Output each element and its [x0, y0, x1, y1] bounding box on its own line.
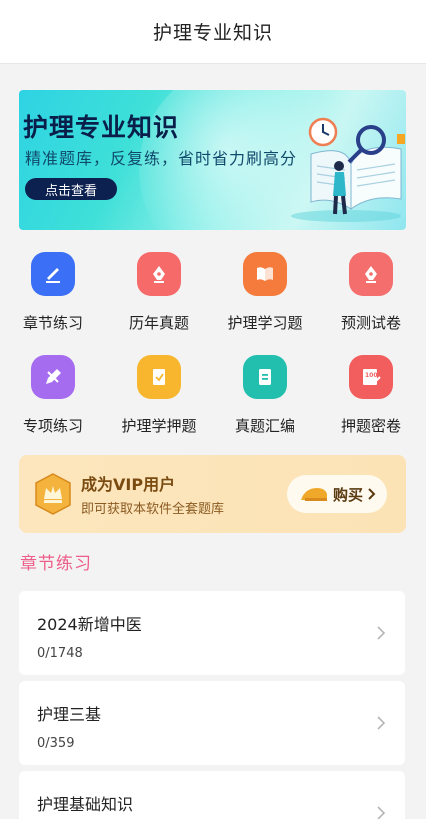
- grid-item-secret-papers[interactable]: 100 押题密卷: [318, 355, 424, 436]
- grid-item-nursing-predicted[interactable]: 护理学押题: [106, 355, 212, 436]
- promo-banner[interactable]: 护理专业知识 精准题库，反复练，省时省力刷高分 点击查看: [19, 90, 406, 230]
- chevron-right-icon: [368, 488, 376, 500]
- chapter-progress: 0/359: [37, 736, 75, 751]
- chapter-card[interactable]: 2024新增中医 0/1748: [19, 591, 405, 675]
- grid-item-past-exams[interactable]: 历年真题: [106, 252, 212, 333]
- pencil-icon: [31, 355, 75, 399]
- buy-button[interactable]: 购买: [287, 475, 387, 513]
- document-icon: [243, 355, 287, 399]
- grid-item-label: 护理学押题: [121, 417, 197, 435]
- book-icon: [243, 252, 287, 296]
- chapter-card[interactable]: 护理基础知识: [19, 771, 405, 819]
- grid-item-nursing-exercises[interactable]: 护理学习题: [212, 252, 318, 333]
- chevron-right-icon: [377, 716, 386, 730]
- vip-title: 成为VIP用户: [81, 475, 176, 494]
- chevron-right-icon: [377, 806, 386, 819]
- page-title: 护理专业知识: [152, 22, 273, 44]
- pen-nib-icon: [137, 252, 181, 296]
- section-title: 章节练习: [20, 554, 92, 574]
- pen-nib-icon: [349, 252, 393, 296]
- chapter-name: 护理基础知识: [37, 795, 134, 814]
- paper-icon: [137, 355, 181, 399]
- chevron-right-icon: [377, 626, 386, 640]
- reading-person-illustration: [291, 117, 405, 222]
- chapter-name: 护理三基: [37, 705, 102, 724]
- banner-title: 护理专业知识: [23, 113, 180, 142]
- exam-100-icon: 100: [349, 355, 393, 399]
- grid-item-label: 章节练习: [22, 314, 83, 332]
- grid-item-label: 押题密卷: [340, 417, 401, 435]
- banner-view-button[interactable]: 点击查看: [25, 178, 117, 200]
- vip-subtitle: 即可获取本软件全套题库: [81, 502, 225, 517]
- grid-item-label: 专项练习: [22, 417, 83, 435]
- grid-item-label: 真题汇编: [234, 417, 295, 435]
- grid-item-label: 护理学习题: [227, 314, 303, 332]
- app-header: 护理专业知识: [0, 0, 426, 64]
- vip-card-icon: [301, 488, 327, 501]
- pen-icon: [31, 252, 75, 296]
- vip-banner[interactable]: 成为VIP用户 即可获取本软件全套题库 购买: [19, 455, 406, 533]
- buy-button-label: 购买: [333, 485, 364, 504]
- grid-item-exam-compilation[interactable]: 真题汇编: [212, 355, 318, 436]
- banner-subtitle: 精准题库，反复练，省时省力刷高分: [25, 149, 298, 168]
- grid-item-mock-exam[interactable]: 预测试卷: [318, 252, 424, 333]
- chapter-name: 2024新增中医: [37, 615, 142, 634]
- crown-badge-icon: [35, 473, 71, 515]
- chapter-card[interactable]: 护理三基 0/359: [19, 681, 405, 765]
- grid-item-special-practice[interactable]: 专项练习: [0, 355, 106, 436]
- grid-item-label: 历年真题: [128, 314, 189, 332]
- chapter-progress: 0/1748: [37, 646, 83, 661]
- grid-item-label: 预测试卷: [340, 314, 401, 332]
- grid-item-chapter-practice[interactable]: 章节练习: [0, 252, 106, 333]
- svg-text:100: 100: [365, 372, 378, 379]
